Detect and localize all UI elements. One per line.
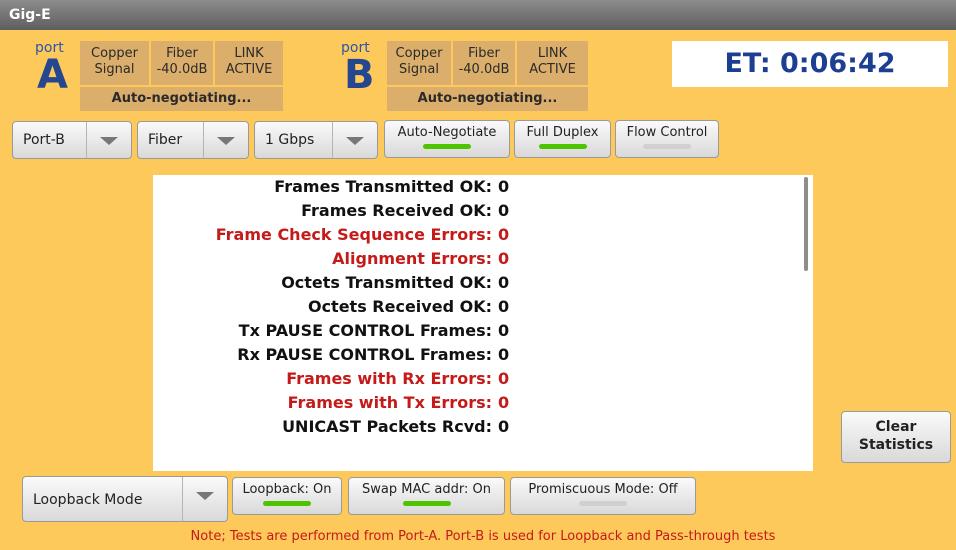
- stat-value: 0: [498, 201, 510, 220]
- port-a-letter: A: [37, 52, 68, 98]
- toggle-on-indicator: [538, 144, 587, 149]
- stat-label: Frames Received OK:: [301, 201, 492, 220]
- statistics-list[interactable]: Frames Transmitted OK: 0 Frames Received O…: [153, 175, 813, 471]
- stat-label: Rx PAUSE CONTROL Frames:: [237, 345, 492, 364]
- stat-label: Octets Transmitted OK:: [281, 273, 492, 292]
- chevron-down-icon: [86, 122, 131, 158]
- port-a-signal-box: Copper Signal: [80, 41, 149, 85]
- swap-mac-label: Swap MAC addr: On: [362, 482, 491, 497]
- stat-row: Frames with Rx Errors: 0: [153, 367, 813, 391]
- stat-row: Frames Transmitted OK: 0: [153, 175, 813, 199]
- elapsed-timer: ET: 0:06:42: [672, 41, 948, 87]
- stat-row: Frame Check Sequence Errors: 0: [153, 223, 813, 247]
- stat-label: Frames with Rx Errors:: [286, 369, 492, 388]
- port-a-link-box: LINK ACTIVE: [215, 41, 283, 85]
- port-b-signal-box: Copper Signal: [387, 41, 451, 85]
- port-select-value: Port-B: [23, 132, 65, 148]
- toggle-on-indicator: [263, 501, 311, 506]
- full-duplex-toggle[interactable]: Full Duplex: [514, 120, 611, 158]
- stat-label: UNICAST Packets Rcvd:: [282, 417, 492, 436]
- mode-select-dropdown[interactable]: Loopback Mode: [22, 476, 228, 522]
- stat-row: Frames Received OK: 0: [153, 199, 813, 223]
- app-title: Gig-E: [9, 7, 51, 23]
- stat-value: 0: [498, 345, 510, 364]
- stat-value: 0: [498, 417, 510, 436]
- footer-note: Note; Tests are performed from Port-A. P…: [190, 529, 776, 544]
- stat-value: 0: [498, 297, 510, 316]
- chevron-down-icon: [182, 477, 227, 521]
- stat-row: Frames with Tx Errors: 0: [153, 391, 813, 415]
- loopback-label: Loopback: On: [242, 482, 332, 497]
- stat-row: Octets Transmitted OK: 0: [153, 271, 813, 295]
- clear-statistics-button[interactable]: Clear Statistics: [841, 411, 951, 463]
- stat-value: 0: [498, 393, 510, 412]
- chevron-down-icon: [332, 122, 377, 158]
- port-b-status: Auto-negotiating...: [387, 87, 588, 111]
- stat-value: 0: [498, 321, 510, 340]
- speed-select-dropdown[interactable]: 1 Gbps: [254, 121, 378, 159]
- mode-select-value: Loopback Mode: [33, 492, 143, 508]
- port-b-link-box: LINK ACTIVE: [517, 41, 588, 85]
- stat-value: 0: [498, 225, 510, 244]
- auto-negotiate-label: Auto-Negotiate: [397, 125, 497, 140]
- port-b-fiber-box: Fiber -40.0dB: [453, 41, 515, 85]
- statistics-scrollbar[interactable]: [804, 177, 808, 271]
- full-duplex-label: Full Duplex: [526, 125, 599, 140]
- stat-row: Tx PAUSE CONTROL Frames: 0: [153, 319, 813, 343]
- stat-value: 0: [498, 273, 510, 292]
- stat-row: UNICAST Packets Rcvd: 0: [153, 415, 813, 439]
- stat-row: Rx PAUSE CONTROL Frames: 0: [153, 343, 813, 367]
- auto-negotiate-toggle[interactable]: Auto-Negotiate: [384, 120, 510, 158]
- promiscuous-mode-toggle[interactable]: Promiscuous Mode: Off: [510, 477, 696, 515]
- toggle-on-indicator: [423, 144, 471, 149]
- stat-row: Alignment Errors: 0: [153, 247, 813, 271]
- stat-value: 0: [498, 177, 510, 196]
- chevron-down-icon: [203, 122, 248, 158]
- stat-label: Tx PAUSE CONTROL Frames:: [238, 321, 492, 340]
- toggle-off-indicator: [579, 501, 627, 506]
- toggle-off-indicator: [643, 144, 691, 149]
- stat-label: Frames with Tx Errors:: [287, 393, 492, 412]
- port-select-dropdown[interactable]: Port-B: [12, 121, 132, 159]
- stat-row: Octets Received OK: 0: [153, 295, 813, 319]
- window-title-bar: Gig-E: [0, 0, 956, 30]
- flow-control-toggle[interactable]: Flow Control: [615, 120, 719, 158]
- stat-value: 0: [498, 249, 510, 268]
- promiscuous-mode-label: Promiscuous Mode: Off: [528, 482, 678, 497]
- port-a-status: Auto-negotiating...: [80, 87, 283, 111]
- list-fade: [153, 457, 813, 471]
- flow-control-label: Flow Control: [626, 125, 708, 140]
- swap-mac-toggle[interactable]: Swap MAC addr: On: [348, 477, 505, 515]
- port-a-fiber-box: Fiber -40.0dB: [151, 41, 213, 85]
- stat-label: Frames Transmitted OK:: [274, 177, 492, 196]
- stat-value: 0: [498, 369, 510, 388]
- stat-label: Alignment Errors:: [332, 249, 492, 268]
- stat-label: Octets Received OK:: [307, 297, 492, 316]
- media-select-dropdown[interactable]: Fiber: [137, 121, 249, 159]
- port-b-letter: B: [344, 52, 375, 98]
- speed-select-value: 1 Gbps: [265, 132, 315, 148]
- stat-label: Frame Check Sequence Errors:: [215, 225, 492, 244]
- media-select-value: Fiber: [148, 132, 183, 148]
- loopback-toggle[interactable]: Loopback: On: [232, 477, 342, 515]
- toggle-on-indicator: [402, 501, 451, 506]
